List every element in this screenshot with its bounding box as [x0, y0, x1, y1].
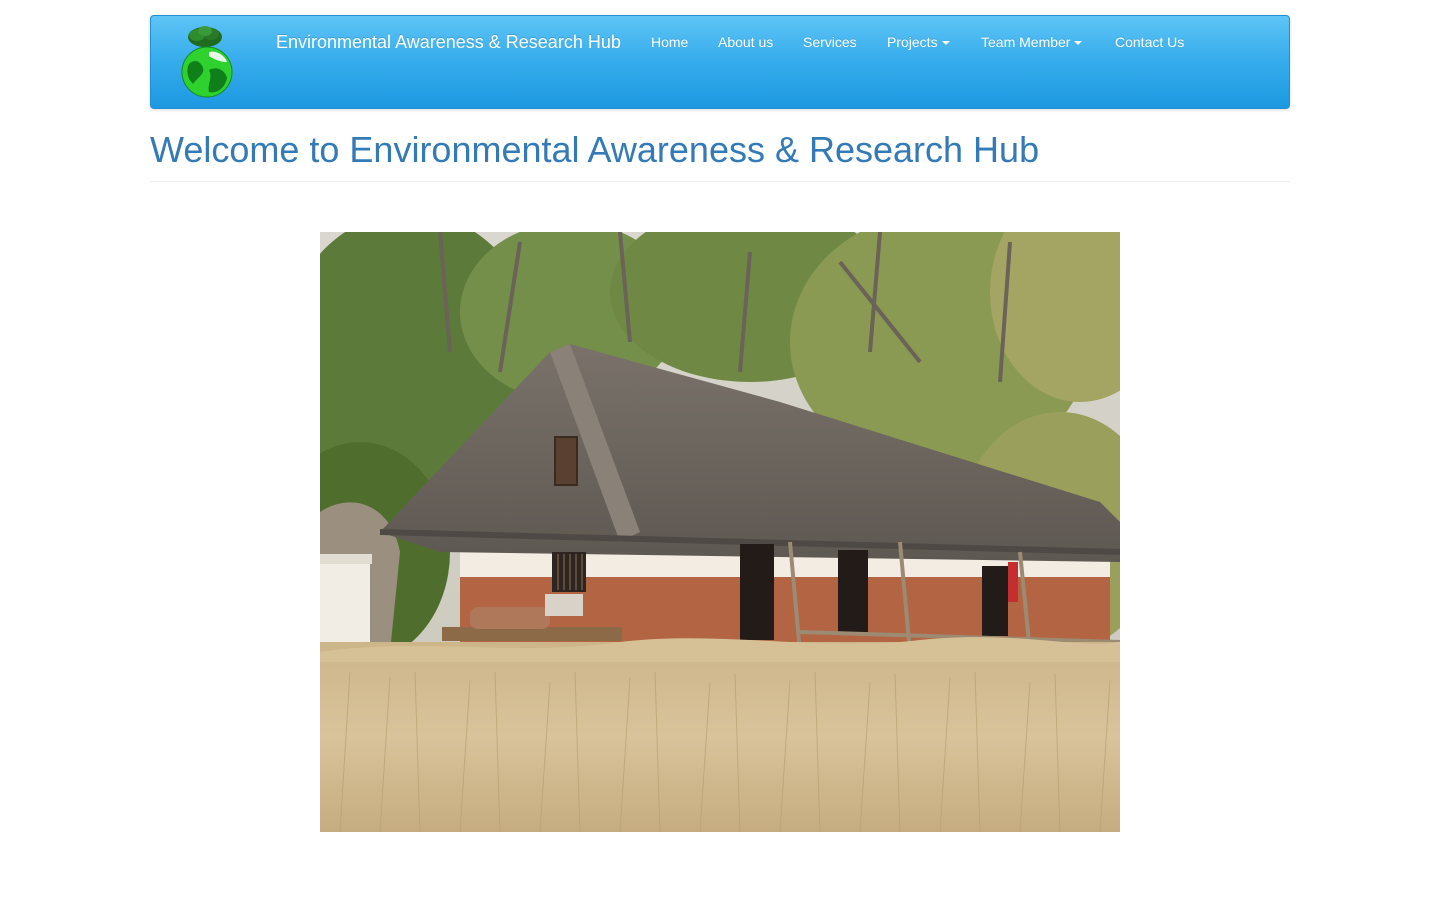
- page-title: Welcome to Environmental Awareness & Res…: [150, 129, 1040, 170]
- brand-link[interactable]: Environmental Awareness & Research Hub: [276, 32, 621, 53]
- nav-services[interactable]: Services: [803, 34, 857, 50]
- nav-services-label: Services: [803, 34, 857, 50]
- nav-team-member-label: Team Member: [981, 34, 1071, 50]
- nav-about-label: About us: [718, 34, 774, 50]
- nav-home[interactable]: Home: [651, 34, 688, 50]
- nav-home-label: Home: [651, 34, 689, 50]
- caret-down-icon: [941, 41, 950, 46]
- earth-tree-logo-icon[interactable]: [179, 26, 235, 98]
- top-navbar: Environmental Awareness & Research Hub H…: [150, 15, 1290, 109]
- nav-contact-us[interactable]: Contact Us: [1115, 34, 1184, 50]
- hero-image: [320, 232, 1120, 832]
- nav-team-member-dropdown[interactable]: Team Member: [981, 34, 1083, 50]
- nav-about-us[interactable]: About us: [718, 34, 773, 50]
- caret-down-icon: [1074, 41, 1083, 46]
- nav-projects-label: Projects: [887, 34, 938, 50]
- nav-contact-label: Contact Us: [1115, 34, 1185, 50]
- nav-projects-dropdown[interactable]: Projects: [887, 34, 950, 50]
- farmhouse-photo-icon: [320, 232, 1120, 832]
- page-header: Welcome to Environmental Awareness & Res…: [150, 128, 1290, 182]
